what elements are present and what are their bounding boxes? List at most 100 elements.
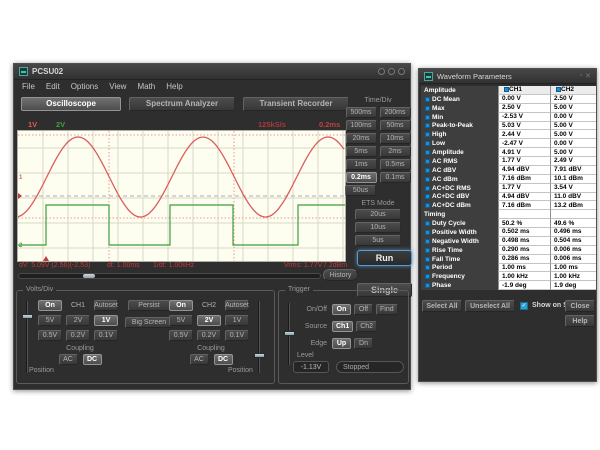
unselect-all-button[interactable]: Unselect All bbox=[465, 300, 515, 312]
ch1-range-2v-button[interactable]: 2V bbox=[66, 315, 90, 326]
ch1-range-01v-button[interactable]: 0.1V bbox=[94, 330, 118, 341]
ch1-coupling-dc-button[interactable]: DC bbox=[83, 354, 102, 365]
ch2-position-thumb[interactable] bbox=[254, 353, 265, 358]
param-icon[interactable] bbox=[425, 168, 430, 173]
param-icon[interactable] bbox=[425, 150, 430, 155]
param-icon[interactable] bbox=[425, 239, 430, 244]
params-restore-button[interactable]: ▫ bbox=[580, 72, 582, 80]
ch2-range-05v-button[interactable]: 0.5V bbox=[169, 330, 193, 341]
ets-20us-button[interactable]: 20us bbox=[355, 209, 401, 220]
trigger-onoff-off-button[interactable]: Off bbox=[354, 304, 373, 315]
param-icon[interactable] bbox=[425, 221, 430, 226]
param-icon[interactable] bbox=[425, 123, 430, 128]
trigger-edge-up-button[interactable]: Up bbox=[332, 338, 351, 349]
timediv-02ms-button[interactable]: 0.2ms bbox=[346, 172, 377, 183]
persist-button[interactable]: Persist bbox=[128, 300, 170, 311]
ch2-range-2v-button[interactable]: 2V bbox=[197, 315, 221, 326]
trigger-source-ch2-button[interactable]: Ch2 bbox=[356, 321, 377, 332]
trigger-onoff-on-button[interactable]: On bbox=[332, 304, 351, 315]
ch1-range-5v-button[interactable]: 5V bbox=[38, 315, 62, 326]
ch1-coupling-ac-button[interactable]: AC bbox=[59, 354, 78, 365]
ch2-coupling-ac-button[interactable]: AC bbox=[190, 354, 209, 365]
menu-help[interactable]: Help bbox=[166, 82, 182, 91]
params-titlebar[interactable]: Waveform Parameters ▫ ✕ bbox=[419, 69, 596, 84]
param-icon[interactable] bbox=[425, 257, 430, 262]
timediv-50ms-button[interactable]: 50ms bbox=[380, 120, 411, 131]
param-icon[interactable] bbox=[425, 177, 430, 182]
ch1-range-02v-button[interactable]: 0.2V bbox=[66, 330, 90, 341]
tab-transientrecorder[interactable]: Transient Recorder bbox=[243, 97, 349, 111]
maximize-button[interactable] bbox=[388, 68, 395, 75]
timediv-2ms-button[interactable]: 2ms bbox=[380, 146, 411, 157]
param-icon[interactable] bbox=[425, 115, 430, 120]
trigger-onoff-find-button[interactable]: Find bbox=[376, 304, 398, 315]
param-icon[interactable] bbox=[425, 274, 430, 279]
trigger-level-thumb[interactable] bbox=[284, 331, 295, 336]
trigger-source-ch1-button[interactable]: Ch1 bbox=[332, 321, 353, 332]
tab-oscilloscope[interactable]: Oscilloscope bbox=[21, 97, 121, 111]
param-icon[interactable] bbox=[425, 186, 430, 191]
param-icon[interactable] bbox=[425, 132, 430, 137]
close-button[interactable] bbox=[398, 68, 405, 75]
tab-spectrumanalyzer[interactable]: Spectrum Analyzer bbox=[129, 97, 235, 111]
show-on-screen-checkbox[interactable]: ✓ bbox=[520, 302, 528, 310]
big-screen-button[interactable]: Big Screen bbox=[125, 317, 173, 328]
param-icon[interactable] bbox=[425, 230, 430, 235]
minimize-button[interactable] bbox=[378, 68, 385, 75]
ch1-position-thumb[interactable] bbox=[22, 314, 33, 319]
main-titlebar[interactable]: PCSU02 bbox=[14, 64, 410, 80]
timediv-20ms-button[interactable]: 20ms bbox=[346, 133, 377, 144]
position-scrollbar[interactable] bbox=[18, 273, 321, 279]
ch1-on-button[interactable]: On bbox=[38, 300, 62, 311]
menu-edit[interactable]: Edit bbox=[46, 82, 60, 91]
ch1-autoset-button[interactable]: Autoset bbox=[94, 300, 118, 311]
menu-math[interactable]: Math bbox=[137, 82, 155, 91]
timediv-200ms-button[interactable]: 200ms bbox=[380, 107, 411, 118]
param-icon[interactable] bbox=[425, 159, 430, 164]
timediv-5ms-button[interactable]: 5ms bbox=[346, 146, 377, 157]
menu-file[interactable]: File bbox=[22, 82, 35, 91]
timediv-1ms-button[interactable]: 1ms bbox=[346, 159, 377, 170]
timediv-500ms-button[interactable]: 500ms bbox=[346, 107, 377, 118]
ch2-range-01v-button[interactable]: 0.1V bbox=[225, 330, 249, 341]
column-header-text: CH2 bbox=[561, 86, 574, 93]
history-button[interactable]: History bbox=[323, 269, 358, 281]
param-name: Duty Cycle bbox=[421, 219, 498, 228]
param-icon[interactable] bbox=[425, 283, 430, 288]
menu-options[interactable]: Options bbox=[71, 82, 99, 91]
select-all-button[interactable]: Select All bbox=[422, 300, 462, 312]
param-icon[interactable] bbox=[425, 265, 430, 270]
ch2-on-button[interactable]: On bbox=[169, 300, 193, 311]
ch1-position-slider[interactable] bbox=[22, 301, 33, 373]
menu-view[interactable]: View bbox=[109, 82, 126, 91]
ch2-coupling-dc-button[interactable]: DC bbox=[214, 354, 233, 365]
params-help-button[interactable]: Help bbox=[565, 315, 595, 327]
param-icon[interactable] bbox=[425, 106, 430, 111]
trigger-level-slider[interactable] bbox=[284, 303, 295, 365]
ch2-range-5v-button[interactable]: 5V bbox=[169, 315, 193, 326]
run-button[interactable]: Run bbox=[357, 250, 412, 266]
param-icon[interactable] bbox=[425, 203, 430, 208]
trigger-edge-dn-button[interactable]: Dn bbox=[354, 338, 373, 349]
ch1-range-05v-button[interactable]: 0.5V bbox=[38, 330, 62, 341]
param-icon[interactable] bbox=[425, 194, 430, 199]
timediv-50us-button[interactable]: 50us bbox=[345, 185, 376, 196]
ch2-position-slider[interactable] bbox=[254, 301, 265, 373]
param-icon[interactable] bbox=[425, 141, 430, 146]
params-close-button[interactable]: ✕ bbox=[585, 72, 591, 80]
ets-10us-button[interactable]: 10us bbox=[355, 222, 401, 233]
param-icon[interactable] bbox=[425, 248, 430, 253]
scope-display[interactable]: 12 bbox=[17, 130, 346, 262]
param-icon[interactable] bbox=[425, 97, 430, 102]
timediv-100ms-button[interactable]: 100ms bbox=[346, 120, 377, 131]
timediv-01ms-button[interactable]: 0.1ms bbox=[380, 172, 411, 183]
ch1-range-1v-button[interactable]: 1V bbox=[94, 315, 118, 326]
params-close-button-bottom[interactable]: Close bbox=[565, 300, 595, 312]
scrollbar-thumb[interactable] bbox=[83, 274, 95, 278]
timediv-10ms-button[interactable]: 10ms bbox=[380, 133, 411, 144]
ch2-range-02v-button[interactable]: 0.2V bbox=[197, 330, 221, 341]
timediv-05ms-button[interactable]: 0.5ms bbox=[380, 159, 411, 170]
ets-5us-button[interactable]: 5us bbox=[355, 235, 401, 246]
ch2-range-1v-button[interactable]: 1V bbox=[225, 315, 249, 326]
ch2-autoset-button[interactable]: Autoset bbox=[225, 300, 249, 311]
